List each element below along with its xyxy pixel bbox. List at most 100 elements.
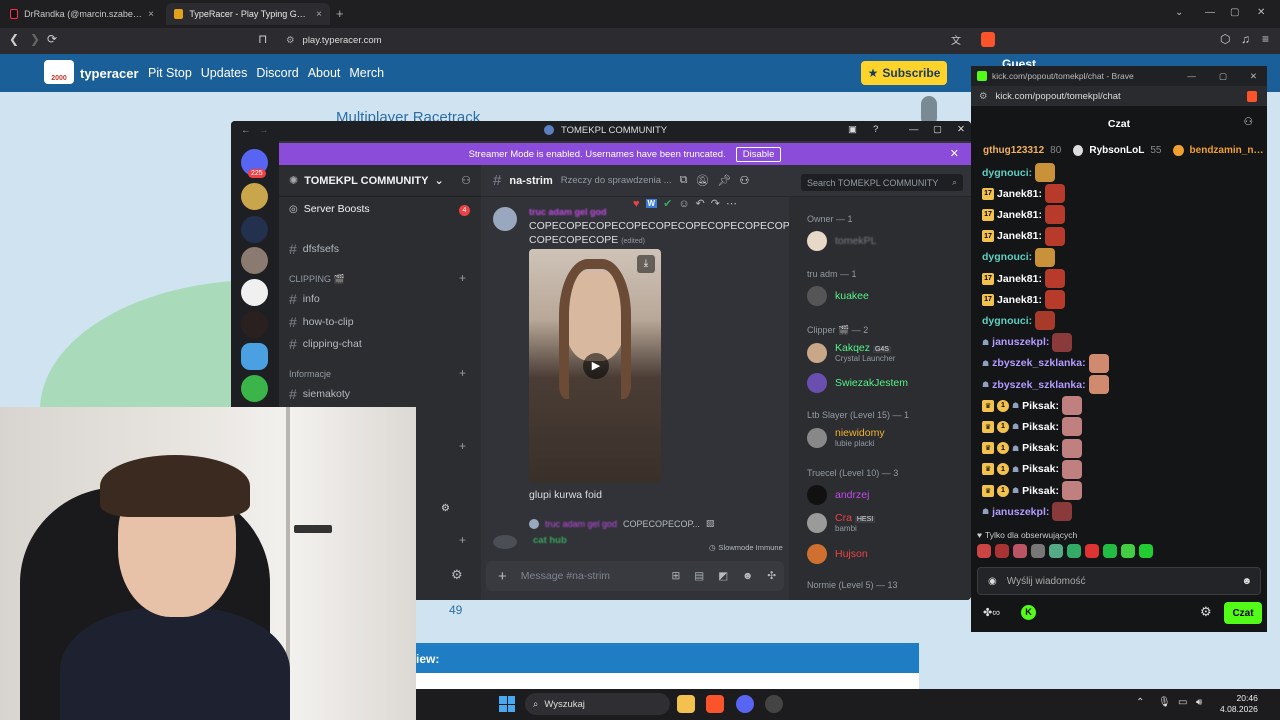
channel-clipping-chat[interactable]: # clipping-chat xyxy=(289,336,362,352)
discord-icon[interactable] xyxy=(736,695,754,713)
apps-icon[interactable]: ✣ xyxy=(767,570,776,582)
chat-username[interactable]: Janek81: xyxy=(997,188,1042,200)
address-bar[interactable]: ⚙ play.typeracer.com xyxy=(280,31,1010,50)
close-icon[interactable]: ✕ xyxy=(957,124,965,135)
bookmark-icon[interactable]: ⊓ xyxy=(258,32,267,46)
taskbar-search[interactable]: ⌕ Wyszukaj xyxy=(525,693,670,715)
download-icon[interactable]: ⤓ xyxy=(637,255,655,273)
typeracer-logo[interactable]: 2000 xyxy=(44,60,74,84)
chat-username[interactable]: zbyszek_szklanka: xyxy=(992,379,1085,391)
emote-icon[interactable] xyxy=(1013,544,1027,558)
menu-icon[interactable]: ≡ xyxy=(1262,32,1269,46)
back-icon[interactable]: ❮ xyxy=(9,32,19,46)
menu-about[interactable]: About xyxy=(308,66,341,80)
kick-address-bar[interactable]: ⚙ kick.com/popout/tomekpl/chat xyxy=(971,86,1267,106)
steam-icon[interactable] xyxy=(765,695,783,713)
server-boosts[interactable]: ◎ Server Boosts xyxy=(289,203,370,215)
emote-icon[interactable] xyxy=(1031,544,1045,558)
emote-icon[interactable] xyxy=(1067,544,1081,558)
category-clipping[interactable]: CLIPPING 🎬 xyxy=(289,274,345,285)
pin-icon[interactable]: 📌︎ xyxy=(717,174,731,187)
microphone-icon[interactable]: 🎙︎ xyxy=(1158,697,1171,708)
menu-updates[interactable]: Updates xyxy=(201,66,248,80)
taskbar-clock[interactable]: 20:46 4.08.2026 xyxy=(1220,693,1258,715)
forward-icon[interactable]: ↷ xyxy=(711,197,720,210)
add-channel-icon[interactable]: + xyxy=(459,533,466,547)
minimize-icon[interactable]: — xyxy=(909,124,919,135)
add-channel-icon[interactable]: + xyxy=(459,366,466,380)
maximize-icon[interactable]: ▢ xyxy=(933,124,942,135)
minimize-icon[interactable]: — xyxy=(1187,71,1196,81)
typeracer-brand[interactable]: typeracer xyxy=(80,66,139,81)
user-settings-icon[interactable]: ⚙ xyxy=(441,503,450,514)
chat-username[interactable]: januszekpl: xyxy=(992,336,1049,348)
server-header[interactable]: ✺ TOMEKPL COMMUNITY ⌄ ⚇ xyxy=(279,165,481,197)
settings-gear-icon[interactable]: ⚙ xyxy=(1200,604,1212,620)
windows-start-icon[interactable] xyxy=(499,696,515,712)
chat-username[interactable]: dygnouci: xyxy=(982,315,1032,327)
chat-username[interactable]: dygnouci: xyxy=(982,167,1032,179)
reply-preview[interactable]: truc adam gel god COPECOPECOP... ▧ xyxy=(529,518,714,529)
message-input[interactable]: + Message #na-strim ⊞ ▤ ◩ ☻ ✣ xyxy=(486,561,784,591)
chat-username[interactable]: januszekpl: xyxy=(992,506,1049,518)
media-icon[interactable]: ♫ xyxy=(1241,32,1250,46)
settings-gear-icon[interactable]: ⚙ xyxy=(451,567,463,583)
brave-shield-icon[interactable] xyxy=(1247,90,1257,102)
chat-username[interactable]: Piksak: xyxy=(1022,463,1059,475)
threads-icon[interactable]: ⧉ xyxy=(680,174,688,187)
reply-icon[interactable]: ↶ xyxy=(696,197,705,210)
member-item[interactable]: Hujson xyxy=(807,544,868,564)
category-informacje[interactable]: Informacje xyxy=(289,369,331,379)
message-author[interactable]: truc adam gel god xyxy=(529,207,607,217)
search-input[interactable]: Search TOMEKPL COMMUNITY ⌕ xyxy=(801,174,963,191)
channel-dfsfsefs[interactable]: # dfsfsefs xyxy=(289,241,339,257)
server-icon[interactable] xyxy=(241,311,268,338)
users-icon[interactable]: ⚇ xyxy=(1244,116,1253,128)
add-channel-icon[interactable]: + xyxy=(459,271,466,285)
chat-username[interactable]: Piksak: xyxy=(1022,485,1059,497)
chat-username[interactable]: Piksak: xyxy=(1022,421,1059,433)
emote-icon[interactable] xyxy=(1139,544,1153,558)
extensions-icon[interactable]: ⬡ xyxy=(1220,32,1230,46)
member-item[interactable]: tomekPL xyxy=(807,231,876,251)
check-reaction-icon[interactable]: ✔ xyxy=(663,197,672,210)
add-attachment-icon[interactable]: + xyxy=(498,568,507,585)
back-icon[interactable]: ← xyxy=(241,125,251,136)
play-icon[interactable]: ▶ xyxy=(583,353,609,379)
brave-shield-icon[interactable] xyxy=(981,32,995,47)
close-icon[interactable]: ✕ xyxy=(1250,71,1257,82)
gif-icon[interactable]: ▤ xyxy=(694,570,704,582)
chat-username[interactable]: Janek81: xyxy=(997,230,1042,242)
server-icon[interactable] xyxy=(241,247,268,274)
add-reaction-icon[interactable]: ☺ xyxy=(678,198,689,210)
mute-icon[interactable]: 🔕︎ xyxy=(696,174,710,187)
chat-username[interactable]: dygnouci: xyxy=(982,251,1032,263)
disable-streamer-button[interactable]: Disable xyxy=(735,146,782,162)
emoji-icon[interactable]: ☻ xyxy=(1241,576,1252,587)
video-attachment[interactable]: ⤓ ▶ xyxy=(529,249,661,483)
message-author[interactable]: cat hub xyxy=(533,535,567,546)
channel-siemakoty[interactable]: # siemakoty xyxy=(289,386,350,402)
emote-icon[interactable] xyxy=(977,544,991,558)
close-banner-icon[interactable]: ✕ xyxy=(950,147,959,160)
chat-message-input[interactable]: ◉ Wyślij wiadomość ☻ xyxy=(977,567,1261,595)
maximize-icon[interactable]: ▢ xyxy=(1219,71,1227,82)
file-explorer-icon[interactable] xyxy=(677,695,695,713)
site-info-icon[interactable]: ⚙ xyxy=(979,91,988,102)
forward-icon[interactable]: ❯ xyxy=(30,32,40,46)
translate-icon[interactable]: 文 xyxy=(951,32,961,47)
forward-icon[interactable]: → xyxy=(259,125,269,136)
menu-merch[interactable]: Merch xyxy=(349,66,384,80)
chat-username[interactable]: Piksak: xyxy=(1022,442,1059,454)
server-icon[interactable] xyxy=(241,375,268,402)
minimize-icon[interactable]: — xyxy=(1205,7,1215,18)
server-icon-active[interactable] xyxy=(241,343,268,370)
new-tab-icon[interactable]: + xyxy=(336,6,344,21)
add-member-icon[interactable]: ⚇ xyxy=(461,174,471,187)
emote-icon[interactable] xyxy=(1085,544,1099,558)
brave-icon[interactable] xyxy=(706,695,724,713)
gift-icon[interactable]: ⊞ xyxy=(671,570,680,582)
browser-tab-typeracer[interactable]: TypeRacer - Play Typing Games × xyxy=(166,3,330,25)
member-item[interactable]: SwiezakJestem xyxy=(807,373,908,393)
channel-topic[interactable]: Rzeczy do sprawdzenia ... xyxy=(561,175,672,186)
